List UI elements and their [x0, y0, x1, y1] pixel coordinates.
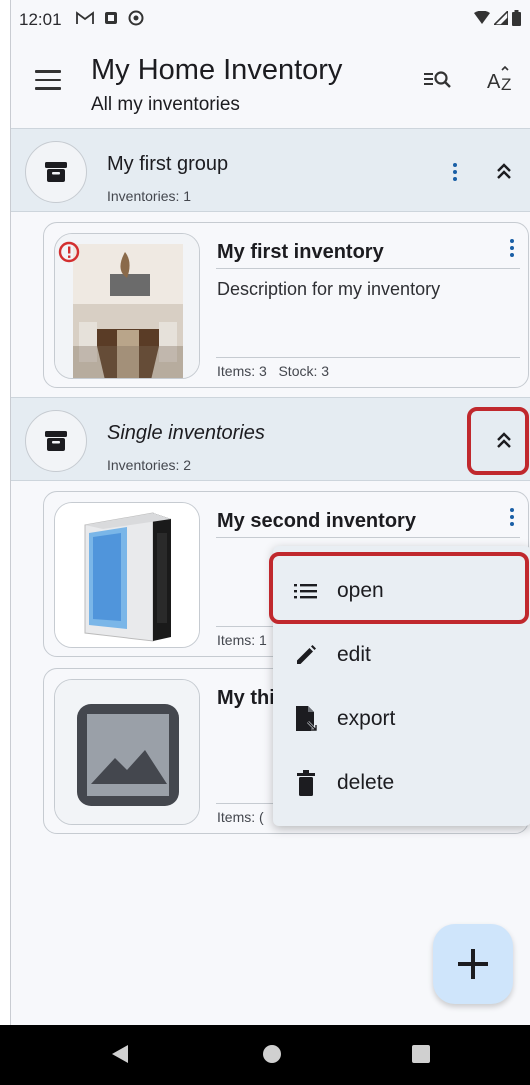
app-title: My Home Inventory [91, 54, 343, 86]
back-icon[interactable] [110, 1043, 130, 1070]
battery-icon [512, 10, 521, 26]
menu-item-open[interactable]: open [273, 562, 530, 620]
inventory-card[interactable]: My first inventory Description for my in… [43, 222, 529, 388]
inventory-stats: Items: 1 [217, 632, 267, 648]
group-header[interactable]: Single inventories Inventories: 2 [11, 397, 530, 481]
menu-item-delete[interactable]: delete [273, 754, 530, 812]
inventory-title: My second inventory [217, 510, 416, 532]
inventory-description: Description for my inventory [217, 279, 441, 299]
inventory-more-options-icon[interactable] [500, 502, 524, 532]
add-inventory-button[interactable] [433, 924, 513, 1004]
divider [216, 268, 520, 269]
top-app-bar: My Home Inventory All my inventories A Z [11, 40, 530, 128]
menu-item-label: open [337, 579, 384, 602]
inventory-title: My first inventory [217, 241, 384, 263]
search-filter-icon[interactable] [423, 68, 451, 98]
status-icons [474, 10, 521, 26]
inventory-stats: Items: ( [217, 809, 264, 825]
menu-item-label: export [337, 707, 396, 730]
archive-icon [25, 410, 87, 472]
image-placeholder-icon [54, 679, 200, 825]
svg-text:A: A [487, 71, 501, 92]
menu-item-label: edit [337, 643, 371, 666]
divider [216, 357, 520, 358]
menu-icon[interactable] [35, 70, 61, 92]
recents-icon[interactable] [412, 1045, 430, 1068]
group-header[interactable]: My first group Inventories: 1 [11, 128, 530, 212]
group-more-options-icon[interactable] [443, 157, 467, 187]
sort-az-icon[interactable]: A Z [487, 65, 517, 96]
archive-icon [25, 141, 87, 203]
group-title: My first group [107, 153, 229, 175]
inventory-title: My thi [217, 687, 275, 709]
status-time: 12:01 [19, 10, 62, 29]
media-icon [104, 11, 118, 29]
context-menu: open edit export delete [273, 546, 530, 826]
warning-icon [58, 241, 80, 268]
menu-item-edit[interactable]: edit [273, 626, 530, 684]
svg-text:Z: Z [501, 75, 511, 92]
divider [216, 537, 520, 538]
gmail-icon [75, 11, 94, 29]
wifi-icon [474, 11, 490, 24]
inventory-image [54, 502, 200, 648]
group-inventory-count: Inventories: 1 [107, 188, 192, 204]
plus-icon [458, 949, 488, 979]
file-export-icon [291, 705, 321, 733]
chevron-double-up-icon[interactable] [489, 157, 519, 187]
sync-icon [128, 10, 144, 30]
home-icon[interactable] [262, 1044, 282, 1069]
trash-icon [291, 770, 321, 796]
group-inventory-count: Inventories: 2 [107, 457, 192, 473]
chevron-double-up-icon[interactable] [489, 426, 519, 456]
status-bar: 12:01 [11, 0, 530, 40]
inventory-stats: Items: 3 Stock: 3 [217, 363, 330, 379]
list-icon [291, 582, 321, 600]
menu-item-export[interactable]: export [273, 690, 530, 748]
app-screen: 12:01 My Home Inventory All my inventori… [10, 0, 530, 1085]
menu-item-label: delete [337, 771, 395, 794]
signal-icon [494, 11, 508, 25]
pencil-icon [291, 643, 321, 667]
group-title: Single inventories [107, 422, 265, 444]
app-subtitle: All my inventories [91, 94, 240, 115]
inventory-more-options-icon[interactable] [500, 233, 524, 263]
system-nav-bar [0, 1025, 530, 1085]
